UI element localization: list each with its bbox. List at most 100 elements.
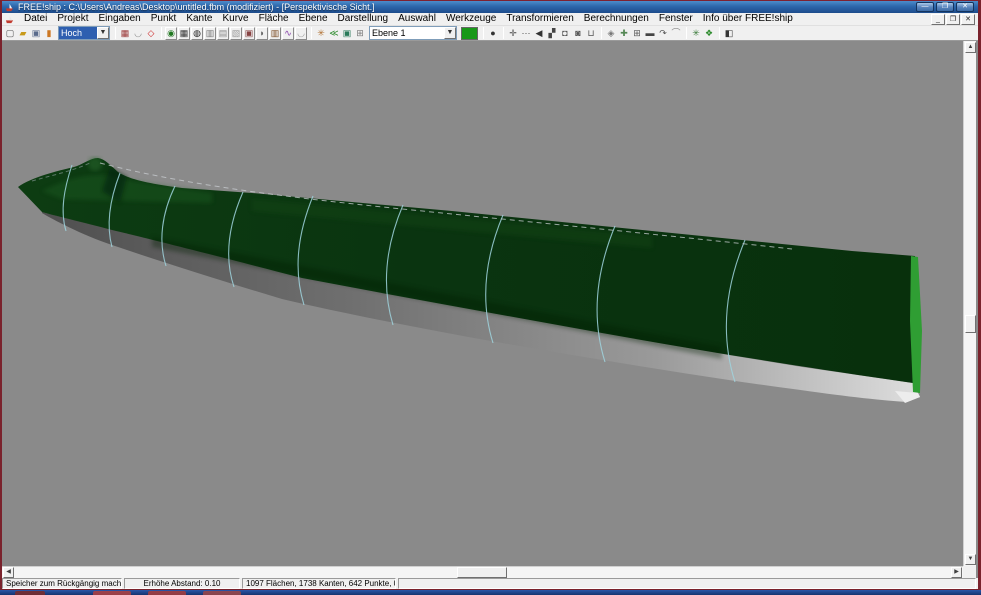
stern-bump-highlight [88, 157, 102, 171]
zoom-window-icon[interactable]: ✳ [690, 27, 702, 40]
exit-door-icon[interactable]: ▮ [43, 27, 55, 40]
scroll-up-button[interactable]: ▲ [965, 42, 976, 53]
lamp-icon[interactable]: ◧ [723, 27, 735, 40]
control-curve-icon[interactable]: ◡ [132, 27, 144, 40]
grid-88-icon[interactable]: ⊞ [354, 27, 366, 40]
status-bar: Speicher zum Rückgängig machen : 782 Kb.… [2, 578, 978, 589]
status-panel-1: Erhöhe Abstand: 0.10 [124, 578, 240, 589]
hull-3d-model [2, 41, 963, 566]
mdi-restore-button[interactable]: ❐ [946, 14, 960, 25]
toolbar-separator [483, 27, 484, 39]
curvature-plot-icon[interactable]: ∿ [282, 27, 294, 40]
scrollbar-corner [963, 566, 976, 578]
intersect-grid-icon[interactable]: ⊞ [631, 27, 643, 40]
status-panel-0: Speicher zum Rückgängig machen : 782 Kb. [2, 578, 122, 589]
control-net-icon[interactable]: ◉ [165, 27, 177, 40]
menu-item-ebene[interactable]: Ebene [294, 13, 333, 25]
toolbar-separator [311, 27, 312, 39]
document-ship-icon [5, 15, 14, 24]
mdi-window-controls: _❐✕ [931, 14, 975, 25]
check-model-diamond-icon[interactable]: ◇ [145, 27, 157, 40]
layer-combo-dropdown-icon[interactable]: ▼ [444, 27, 456, 39]
menu-item-info-ber-free-ship[interactable]: Info über FREE!ship [698, 13, 798, 25]
menu-item-fl-che[interactable]: Fläche [254, 13, 294, 25]
taskbar-item-1[interactable] [93, 591, 131, 595]
interior-edges-icon[interactable]: ▦ [119, 27, 131, 40]
shade-monitor-icon[interactable]: ▣ [341, 27, 353, 40]
taskbar-item-3[interactable] [203, 591, 241, 595]
minimize-button[interactable]: — [916, 2, 934, 12]
toolbar: ▢▰▣▮Hoch▼▦◡◇◉▦◍▥▤▧▣◗▥∿◡✳≪▣⊞Ebene 1▼●✛⋯◀▞… [2, 26, 978, 41]
save-floppy-icon[interactable]: ▣ [30, 27, 42, 40]
menu-item-fenster[interactable]: Fenster [654, 13, 698, 25]
show-stations-icon[interactable]: ▥ [204, 27, 216, 40]
show-buttocks-icon[interactable]: ▤ [217, 27, 229, 40]
toolbar-separator [503, 27, 504, 39]
taskbar-item-2[interactable] [148, 591, 186, 595]
show-waterlines-icon[interactable]: ▧ [230, 27, 242, 40]
menu-item-werkzeuge[interactable]: Werkzeuge [441, 13, 501, 25]
measure-diamond-icon[interactable]: ◈ [605, 27, 617, 40]
restore-button[interactable]: ❐ [936, 2, 954, 12]
curvature-wheel-icon[interactable]: ◍ [191, 27, 203, 40]
box-icon[interactable]: ▬ [644, 27, 656, 40]
perspective-viewport[interactable] [2, 41, 963, 566]
unlock-icon[interactable]: ◙ [572, 27, 584, 40]
zoom-extents-icon[interactable]: ✳ [315, 27, 327, 40]
menu-item-eingaben[interactable]: Eingaben [93, 13, 145, 25]
menu-item-punkt[interactable]: Punkt [146, 13, 182, 25]
window-title: FREE!ship : C:\Users\Andreas\Desktop\unt… [18, 2, 375, 13]
rotate-icon[interactable]: ↷ [657, 27, 669, 40]
app-icon [5, 3, 14, 12]
dashed-line-icon[interactable]: ⋯ [520, 27, 532, 40]
lock-icon[interactable]: ◘ [559, 27, 571, 40]
new-document-icon[interactable]: ▢ [4, 27, 16, 40]
layer-combo[interactable]: Ebene 1▼ [369, 26, 457, 40]
mdi-close-button[interactable]: ✕ [961, 14, 975, 25]
open-folder-icon[interactable]: ▰ [17, 27, 29, 40]
mdi-minimize-button[interactable]: _ [931, 14, 945, 25]
menu-item-berechnungen[interactable]: Berechnungen [579, 13, 654, 25]
precision-combo[interactable]: Hoch▼ [58, 26, 110, 40]
normals-icon[interactable]: ≪ [328, 27, 340, 40]
check-icon[interactable]: ❖ [703, 27, 715, 40]
developable-check-icon[interactable]: ◡ [295, 27, 307, 40]
status-panel-2: 1097 Flächen, 1738 Kanten, 642 Punkte, 0… [242, 578, 396, 589]
project-point-icon[interactable]: ◀ [533, 27, 545, 40]
menu-item-auswahl[interactable]: Auswahl [393, 13, 441, 25]
vertical-scrollbar[interactable]: ▲ ▼ [963, 41, 976, 566]
taskbar-item-0[interactable] [15, 591, 45, 595]
menu-item-transformieren[interactable]: Transformieren [501, 13, 578, 25]
shade-icon[interactable]: ◗ [256, 27, 268, 40]
toolbar-separator [686, 27, 687, 39]
toolbar-separator [719, 27, 720, 39]
menu-item-projekt[interactable]: Projekt [52, 13, 93, 25]
fair-curve-icon[interactable]: ⌒ [670, 27, 682, 40]
frames-comb-icon[interactable]: ▥ [269, 27, 281, 40]
add-points-icon[interactable]: ▞ [546, 27, 558, 40]
toolbar-separator [161, 27, 162, 39]
layer-color-swatch[interactable] [461, 27, 478, 40]
insert-plane-icon[interactable]: ✚ [618, 27, 630, 40]
menu-item-darstellung[interactable]: Darstellung [333, 13, 394, 25]
vertical-scroll-thumb[interactable] [965, 315, 976, 333]
scroll-down-button[interactable]: ▼ [965, 554, 976, 565]
precision-combo-value: Hoch [59, 27, 97, 39]
menu-item-kante[interactable]: Kante [181, 13, 217, 25]
title-bar: FREE!ship : C:\Users\Andreas\Desktop\unt… [2, 0, 978, 13]
scroll-right-button[interactable]: ▶ [951, 567, 962, 578]
show-markers-icon[interactable]: ▣ [243, 27, 255, 40]
menu-item-kurve[interactable]: Kurve [217, 13, 253, 25]
menu-item-datei[interactable]: Datei [19, 13, 52, 25]
move-point-icon[interactable]: ✛ [507, 27, 519, 40]
layer-sphere-icon[interactable]: ● [487, 27, 499, 40]
horizontal-scroll-thumb[interactable] [457, 567, 507, 578]
horizontal-scrollbar[interactable]: ◀ ▶ [2, 566, 963, 578]
scroll-left-button[interactable]: ◀ [3, 567, 14, 578]
show-grid-icon[interactable]: ▦ [178, 27, 190, 40]
toolbar-separator [115, 27, 116, 39]
lock-all-icon[interactable]: ⊔ [585, 27, 597, 40]
close-button[interactable]: ✕ [956, 2, 974, 12]
precision-combo-dropdown-icon[interactable]: ▼ [97, 27, 109, 39]
windows-taskbar[interactable] [0, 589, 981, 595]
